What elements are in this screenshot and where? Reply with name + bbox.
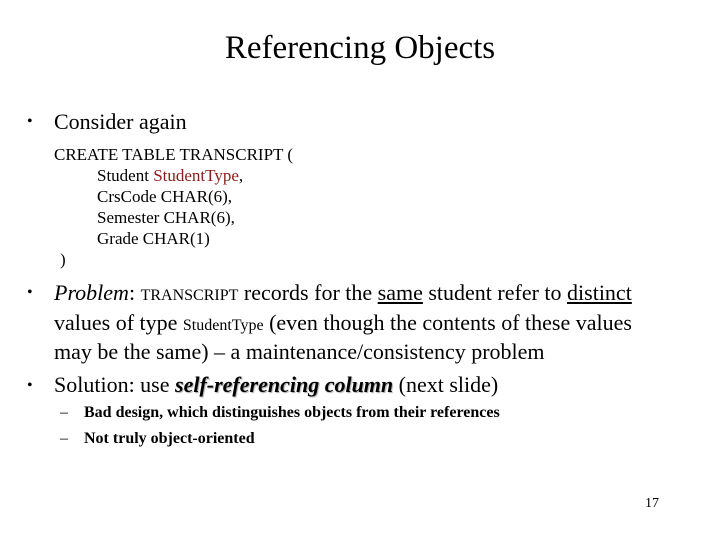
code-type-studenttype: StudentType — [153, 166, 239, 185]
sub-bullet-bad-design: Bad design, which distinguishes objects … — [84, 404, 500, 421]
slide-title: Referencing Objects — [224, 30, 496, 66]
code-field-name: Student — [97, 166, 154, 185]
text: values of type — [54, 310, 183, 335]
problem-line-2: values of type StudentType (even though … — [54, 310, 632, 336]
transcript-keyword: TRANSCRIPT — [140, 287, 239, 304]
code-line-student: Student StudentType, — [97, 166, 243, 186]
code-line-create: CREATE TABLE TRANSCRIPT ( — [54, 145, 294, 164]
same-emphasis: same — [377, 280, 423, 305]
colon: : — [128, 280, 141, 305]
sub-bullet-not-oo: Not truly object-oriented — [84, 430, 255, 447]
bullet-marker: • — [27, 284, 33, 301]
text: student refer to — [422, 280, 568, 305]
text: Solution: use — [54, 372, 176, 397]
text: (even though the contents of these value… — [263, 310, 632, 335]
distinct-emphasis: distinct — [567, 280, 632, 305]
problem-line-3: may be the same) – a maintenance/consist… — [54, 339, 545, 364]
self-referencing-column-emphasis: self-referencing column — [175, 372, 394, 397]
problem-label: Problem — [54, 280, 129, 305]
text: records for the — [238, 280, 378, 305]
code-line-crscode: CrsCode CHAR(6), — [97, 187, 233, 206]
problem-line-1: Problem: TRANSCRIPT records for the same… — [54, 280, 632, 306]
studenttype-keyword: StudentType — [182, 317, 264, 334]
dash-marker: – — [60, 430, 68, 447]
code-line-semester: Semester CHAR(6), — [97, 208, 235, 227]
solution-line: Solution: use self-referencing column (n… — [54, 372, 498, 398]
code-line-close: ) — [60, 250, 66, 269]
bullet-marker: • — [27, 113, 33, 130]
bullet-marker: • — [27, 377, 33, 394]
code-comma: , — [238, 166, 244, 185]
code-line-grade: Grade CHAR(1) — [97, 229, 210, 248]
page-number: 17 — [645, 496, 659, 511]
text: (next slide) — [393, 372, 499, 397]
bullet-consider-again: Consider again — [54, 109, 187, 134]
dash-marker: – — [60, 404, 68, 421]
